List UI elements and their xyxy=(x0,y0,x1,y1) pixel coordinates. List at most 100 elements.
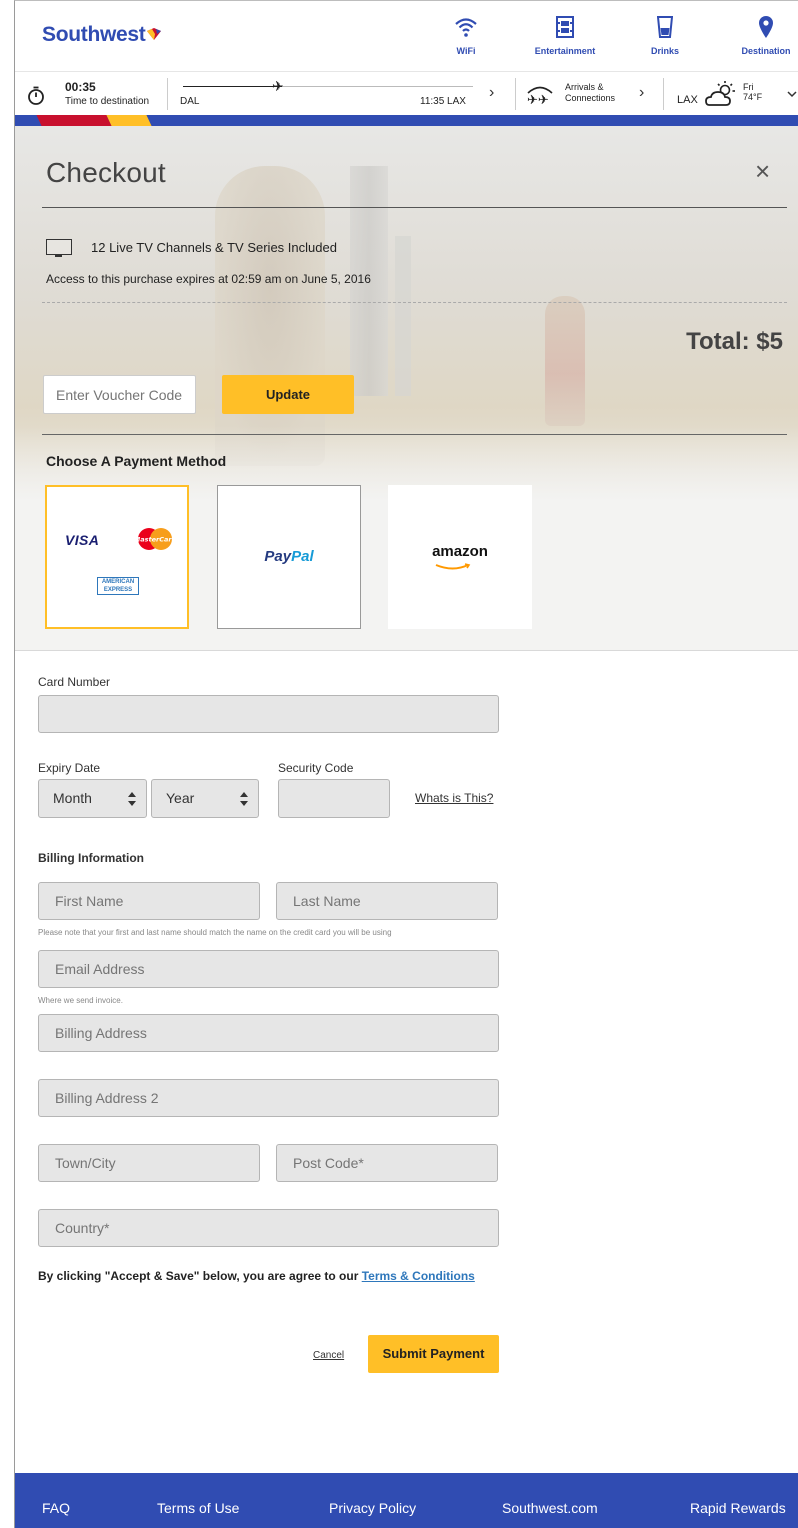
country-input[interactable] xyxy=(38,1209,499,1247)
terms-text: By clicking "Accept & Save" below, you a… xyxy=(38,1269,362,1283)
footer-link-southwest[interactable]: Southwest.com xyxy=(502,1500,598,1516)
expiry-date-label: Expiry Date xyxy=(38,761,101,775)
cancel-link[interactable]: Cancel xyxy=(313,1350,344,1361)
expiry-year-select[interactable]: Year xyxy=(151,779,259,818)
payment-method-heading: Choose A Payment Method xyxy=(46,453,227,469)
expiry-month-select[interactable]: Month xyxy=(38,779,147,818)
weather-day: Fri xyxy=(743,82,754,92)
visa-logo: VISA xyxy=(65,532,100,548)
paypal-logo-part-1: Pay xyxy=(264,548,292,565)
divider xyxy=(167,78,168,110)
arrivals-icon[interactable]: ✈✈ xyxy=(525,82,555,106)
card-number-label: Card Number xyxy=(38,675,111,689)
map-pin-icon xyxy=(759,16,773,38)
order-total: Total: $5 xyxy=(686,328,783,355)
time-to-destination-value: 00:35 xyxy=(65,80,96,94)
expiry-month-value: Month xyxy=(53,790,92,806)
checkout-title: Checkout xyxy=(46,157,166,188)
close-icon[interactable]: × xyxy=(755,156,770,187)
weather-temp: 74°F xyxy=(743,92,763,102)
stripe-yellow xyxy=(106,115,152,126)
select-arrows-icon xyxy=(128,792,136,806)
footer-link-terms-of-use[interactable]: Terms of Use xyxy=(157,1500,239,1516)
expiry-year-value: Year xyxy=(166,790,195,806)
payment-option-amazon[interactable]: amazon xyxy=(388,485,532,629)
chevron-right-icon[interactable]: › xyxy=(639,84,644,102)
nav-destination[interactable]: Destination xyxy=(721,15,798,56)
background-figure xyxy=(215,166,325,466)
arrival-time: 11:35 LAX xyxy=(420,96,466,107)
terms-agreement-text: By clicking "Accept & Save" below, you a… xyxy=(38,1269,475,1283)
mastercard-logo-text: MasterCard xyxy=(135,536,175,544)
chevron-right-icon[interactable]: › xyxy=(489,84,494,102)
purchase-expiry-note: Access to this purchase expires at 02:59… xyxy=(46,272,371,286)
film-icon xyxy=(556,16,574,38)
update-button[interactable]: Update xyxy=(222,375,354,414)
background-tower xyxy=(395,236,411,396)
paypal-logo: PayPal xyxy=(218,548,360,565)
origin-airport: DAL xyxy=(180,96,200,107)
divider xyxy=(42,207,787,208)
security-code-input[interactable] xyxy=(278,779,390,818)
stripe-red xyxy=(36,115,112,126)
brand-name: Southwest xyxy=(42,23,146,46)
last-name-input[interactable] xyxy=(276,882,498,920)
wifi-icon xyxy=(455,18,477,37)
time-to-destination-label: Time to destination xyxy=(65,96,150,107)
app-frame: Southwest WiFi Entertainment Drinks Dest… xyxy=(14,0,798,1528)
footer-link-faq[interactable]: FAQ xyxy=(42,1500,70,1516)
billing-address-2-input[interactable] xyxy=(38,1079,499,1117)
divider xyxy=(515,78,516,110)
chevron-down-icon[interactable] xyxy=(787,90,797,98)
footer-link-rapid-rewards[interactable]: Rapid Rewards xyxy=(690,1500,786,1516)
partly-cloudy-icon xyxy=(705,81,735,106)
footer-link-privacy-policy[interactable]: Privacy Policy xyxy=(329,1500,416,1516)
stopwatch-icon xyxy=(28,86,44,105)
arrivals-label-line-1: Arrivals & xyxy=(565,82,604,92)
nav-drinks[interactable]: Drinks xyxy=(620,15,710,56)
checkout-panel: Checkout × 12 Live TV Channels & TV Seri… xyxy=(15,126,798,651)
arrivals-connections-label[interactable]: Arrivals & Connections xyxy=(565,82,615,104)
email-input[interactable] xyxy=(38,950,499,988)
billing-address-input[interactable] xyxy=(38,1014,499,1052)
voucher-code-input[interactable] xyxy=(43,375,196,414)
amazon-smile-icon xyxy=(435,563,471,570)
nav-label-entertainment: Entertainment xyxy=(534,46,596,56)
tv-icon xyxy=(46,239,72,257)
payment-option-paypal[interactable]: PayPal xyxy=(217,485,361,629)
divider xyxy=(42,434,787,435)
terms-conditions-link[interactable]: Terms & Conditions xyxy=(362,1269,475,1283)
amazon-logo: amazon xyxy=(432,543,488,560)
amex-logo: AMERICAN EXPRESS xyxy=(97,577,139,595)
mastercard-logo: MasterCard xyxy=(135,528,175,550)
top-header: Southwest WiFi Entertainment Drinks Dest… xyxy=(15,1,798,71)
plane-icon: ✈ xyxy=(272,78,284,94)
destination-code: LAX xyxy=(677,94,698,106)
svg-text:✈✈: ✈✈ xyxy=(527,93,549,106)
post-code-input[interactable] xyxy=(276,1144,498,1182)
nav-entertainment[interactable]: Entertainment xyxy=(520,15,610,56)
submit-payment-button[interactable]: Submit Payment xyxy=(368,1335,499,1373)
background-figure xyxy=(545,296,585,426)
cup-icon xyxy=(657,16,673,38)
select-arrows-icon xyxy=(240,792,248,806)
nav-label-drinks: Drinks xyxy=(650,46,679,56)
footer: FAQ Terms of Use Privacy Policy Southwes… xyxy=(15,1473,798,1528)
arrivals-label-line-2: Connections xyxy=(565,93,616,103)
nav-label-wifi: WiFi xyxy=(456,46,476,56)
card-number-input[interactable] xyxy=(38,695,499,733)
payment-option-credit-card[interactable]: VISA MasterCard AMERICAN EXPRESS xyxy=(45,485,189,629)
whats-this-link[interactable]: Whats is This? xyxy=(415,791,493,805)
name-match-note: Please note that your first and last nam… xyxy=(38,928,392,937)
divider xyxy=(42,302,787,303)
southwest-logo[interactable]: Southwest xyxy=(42,23,162,47)
nav-wifi[interactable]: WiFi xyxy=(421,15,511,56)
town-city-input[interactable] xyxy=(38,1144,260,1182)
billing-information-heading: Billing Information xyxy=(38,851,144,865)
nav-label-destination: Destination xyxy=(741,46,791,56)
heart-logo-icon xyxy=(147,28,162,40)
brand-stripe xyxy=(15,115,798,126)
purchase-item-name: 12 Live TV Channels & TV Series Included xyxy=(91,240,337,255)
email-note: Where we send invoice. xyxy=(38,996,123,1005)
first-name-input[interactable] xyxy=(38,882,260,920)
